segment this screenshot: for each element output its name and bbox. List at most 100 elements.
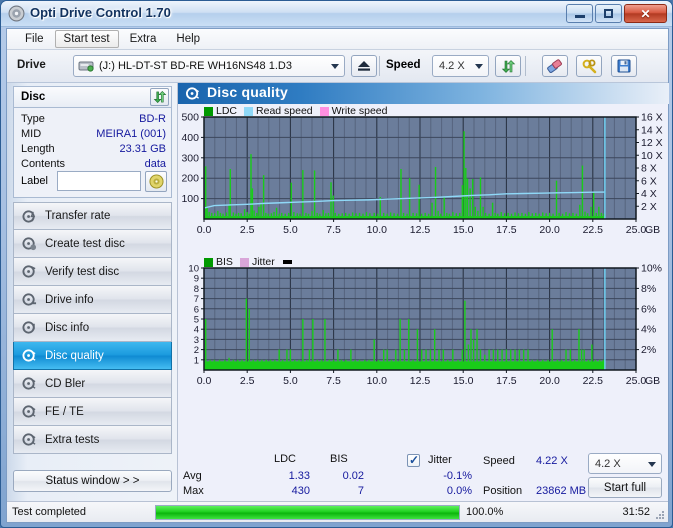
- menu-help[interactable]: Help: [167, 30, 209, 48]
- disc-verify-icon: [22, 265, 36, 278]
- svg-text:25.0: 25.0: [626, 375, 647, 387]
- sidebar-item-cd-bler[interactable]: CD Bler: [13, 370, 172, 398]
- refresh-button[interactable]: [495, 55, 521, 77]
- toolbar: Drive (J:) HL-DT-ST BD-RE WH16NS48 1.D3 …: [7, 50, 668, 83]
- sidebar-item-label: Drive info: [45, 293, 94, 306]
- sidebar-item-label: Disc info: [45, 321, 90, 334]
- sidebar-item-fe-te[interactable]: FE / TE: [13, 398, 172, 426]
- stats-speed-key: Speed: [483, 455, 515, 467]
- svg-text:10.0: 10.0: [367, 375, 388, 387]
- svg-text:6: 6: [194, 304, 199, 315]
- stats-bis-max: 7: [357, 485, 364, 497]
- disc-label-input[interactable]: [57, 171, 141, 191]
- stats-jitter-avg: -0.1%: [443, 470, 472, 482]
- svg-text:1: 1: [194, 355, 199, 366]
- page-title: Disc quality: [207, 84, 288, 100]
- status-window-button[interactable]: Status window > >: [13, 470, 172, 492]
- svg-text:5: 5: [194, 315, 199, 326]
- disc-row-contents-key: Contents: [21, 158, 66, 170]
- drive-icon: [78, 61, 94, 72]
- sidebar-item-label: Disc quality: [45, 349, 104, 362]
- stats-ldc-avg: 1.33: [288, 470, 310, 482]
- sidebar-item-create-test-disc[interactable]: Create test disc: [13, 230, 172, 258]
- svg-text:17.5: 17.5: [496, 224, 517, 236]
- eject-button[interactable]: [351, 55, 377, 77]
- menu-file[interactable]: File: [16, 30, 53, 48]
- disc-row-mid-value: MEIRA1 (001): [96, 128, 166, 140]
- maximize-button[interactable]: [595, 4, 622, 23]
- disc-transfer-icon: [22, 209, 36, 223]
- disc-info-icon: [22, 321, 35, 334]
- sidebar-item-transfer-rate[interactable]: Transfer rate: [13, 202, 172, 230]
- drive-label: Drive: [17, 59, 46, 71]
- disc-row-length-key: Length: [21, 143, 55, 155]
- svg-text:GB: GB: [645, 224, 660, 236]
- tools-button[interactable]: [576, 55, 602, 77]
- disc-quality-icon: [22, 349, 36, 362]
- jitter-label: Jitter: [428, 454, 452, 466]
- svg-text:9: 9: [194, 274, 199, 285]
- sidebar-item-drive-info[interactable]: Drive info: [13, 286, 172, 314]
- svg-text:100: 100: [181, 193, 199, 205]
- check-icon: ✓: [409, 453, 420, 467]
- disc-label-button[interactable]: [145, 171, 167, 192]
- nav-list: Transfer rate Create test disc Verify te…: [13, 202, 172, 454]
- stats-position-value: 23862 MB: [536, 485, 587, 497]
- sidebar-item-extra-tests[interactable]: Extra tests: [13, 426, 172, 454]
- bis-chart[interactable]: 12345678910 2% 4% 6% 8% 10% 0.0 2.5 5.0 7.5 10.0 12…: [178, 264, 669, 404]
- svg-text:7.5: 7.5: [326, 224, 341, 236]
- ldc-chart[interactable]: 1002003004005002 X4 X6 X8 X10 X12 X14 X1…: [178, 113, 669, 253]
- svg-text:12.5: 12.5: [410, 375, 431, 387]
- disc-bler-icon: [22, 377, 36, 390]
- title-bar: Opti Drive Control 1.70 ✕: [1, 1, 672, 27]
- disc-row-type-value: BD-R: [139, 113, 166, 125]
- panel-header: Disc quality: [178, 83, 669, 104]
- disc-row-length: Length 23.31 GB: [21, 143, 166, 158]
- sidebar-item-disc-quality[interactable]: Disc quality: [13, 342, 172, 370]
- svg-text:6 X: 6 X: [641, 175, 657, 187]
- jitter-checkbox[interactable]: ✓: [407, 453, 420, 467]
- svg-text:5.0: 5.0: [283, 224, 298, 236]
- menu-start-test[interactable]: Start test: [54, 30, 119, 48]
- disc-row-type-key: Type: [21, 113, 45, 125]
- disc-row-mid: MID MEIRA1 (001): [21, 128, 166, 143]
- sidebar-item-label: Extra tests: [45, 433, 100, 446]
- sidebar-item-label: Transfer rate: [45, 210, 111, 222]
- refresh-icon: [153, 91, 166, 103]
- disc-row-length-value: 23.31 GB: [119, 143, 166, 155]
- svg-text:10%: 10%: [641, 264, 662, 275]
- svg-text:2 X: 2 X: [641, 201, 657, 213]
- start-full-button[interactable]: Start full: [588, 477, 662, 498]
- close-button[interactable]: ✕: [624, 4, 667, 23]
- disc-row-mid-key: MID: [21, 128, 42, 140]
- test-speed-select[interactable]: 4.2 X: [588, 453, 662, 474]
- svg-text:4 X: 4 X: [641, 188, 657, 200]
- minimize-button[interactable]: [566, 4, 593, 23]
- svg-text:10.0: 10.0: [367, 224, 388, 236]
- statistics-panel: LDC BIS ✓ Jitter Avg Max Total 1.33 430 …: [178, 453, 669, 522]
- svg-text:GB: GB: [645, 375, 660, 387]
- sidebar-item-verify-test-disc[interactable]: Verify test disc: [13, 258, 172, 286]
- drive-value: (J:) HL-DT-ST BD-RE WH16NS48 1.D3: [99, 60, 292, 72]
- disc-icon: [148, 174, 164, 189]
- sidebar-item-label: CD Bler: [45, 377, 86, 390]
- resize-grip[interactable]: [654, 509, 665, 520]
- save-icon: [617, 59, 631, 73]
- chevron-down-icon: [331, 64, 339, 69]
- stats-col-bis: BIS: [330, 453, 348, 465]
- sidebar-item-disc-info[interactable]: Disc info: [13, 314, 172, 342]
- svg-text:22.5: 22.5: [583, 375, 604, 387]
- toolbar-separator: [379, 56, 380, 76]
- erase-button[interactable]: [542, 55, 568, 77]
- menu-extra[interactable]: Extra: [121, 30, 166, 48]
- svg-text:3: 3: [194, 335, 199, 346]
- drive-select[interactable]: (J:) HL-DT-ST BD-RE WH16NS48 1.D3: [73, 55, 345, 77]
- disc-refresh-button[interactable]: [150, 88, 169, 106]
- speed-select[interactable]: 4.2 X: [432, 55, 489, 77]
- svg-text:0.0: 0.0: [197, 224, 212, 236]
- svg-text:0.0: 0.0: [197, 375, 212, 387]
- sidebar-item-label: Create test disc: [45, 237, 125, 250]
- svg-text:7: 7: [194, 294, 199, 305]
- save-button[interactable]: [611, 55, 637, 77]
- svg-text:2: 2: [194, 345, 199, 356]
